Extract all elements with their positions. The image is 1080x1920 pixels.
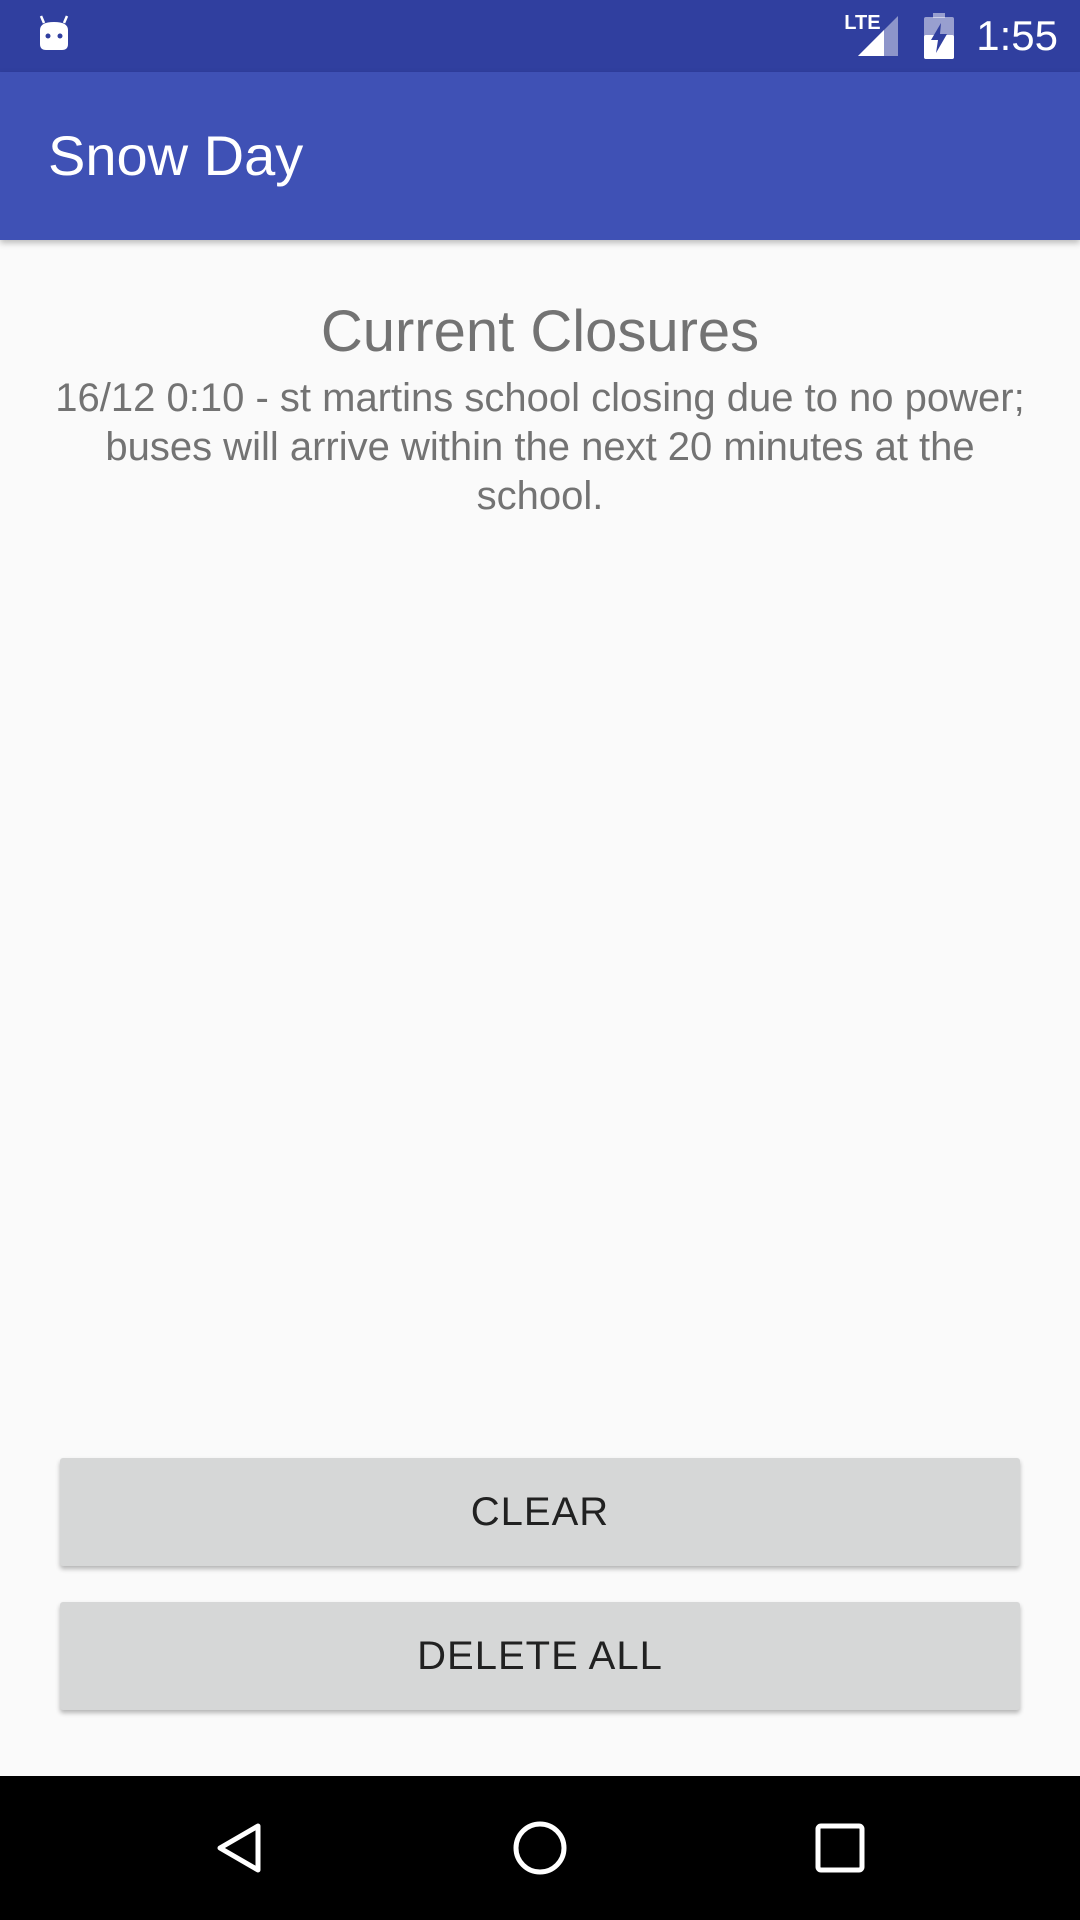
page-heading: Current Closures <box>320 299 760 364</box>
navigation-bar <box>0 1776 1080 1920</box>
nav-recents-button[interactable] <box>770 1776 910 1920</box>
home-icon <box>513 1821 567 1875</box>
android-notification-icon <box>39 15 69 50</box>
delete-all-button[interactable]: DELETE ALL <box>60 1602 1020 1710</box>
clear-button[interactable]: CLEAR <box>60 1458 1020 1566</box>
status-bar: LTE 1:55 <box>0 0 1080 72</box>
nav-home-button[interactable] <box>470 1776 610 1920</box>
battery-charging-icon <box>924 13 955 59</box>
app-bar: Snow Day <box>0 72 1080 240</box>
app-title: Snow Day <box>48 124 304 187</box>
nav-back-button[interactable] <box>170 1776 310 1920</box>
lte-signal-icon: LTE <box>844 12 900 58</box>
closure-item: 16/12 0:10 - st martins school closing d… <box>55 376 1025 518</box>
back-icon <box>217 1823 261 1873</box>
main-content: Current Closures 16/12 0:10 - st martins… <box>0 240 1080 1776</box>
status-clock: 1:55 <box>976 12 1058 59</box>
recents-icon <box>815 1823 865 1873</box>
